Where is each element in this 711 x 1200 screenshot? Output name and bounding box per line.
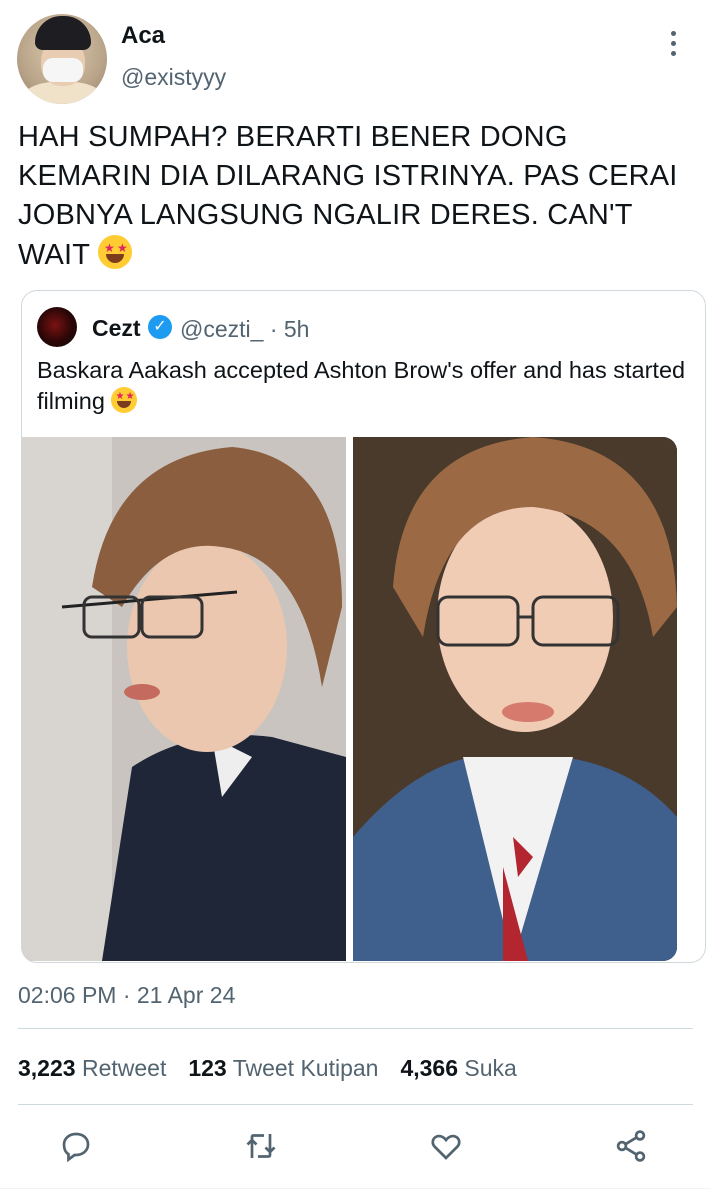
likes-label: Suka [464, 1055, 517, 1081]
verified-badge-icon: ✓ [148, 315, 172, 339]
star-struck-emoji: ★ ★ [97, 235, 132, 269]
star-struck-emoji: ★ ★ [111, 387, 138, 413]
quoted-author-avatar [37, 307, 77, 347]
tweet-timestamp[interactable]: 02:06 PM · 21 Apr 24 [18, 982, 235, 1009]
author-avatar[interactable] [17, 14, 107, 104]
quoted-tweet-card[interactable]: Cezt ✓ @cezti_ · 5h Baskara Aakash accep… [21, 290, 706, 963]
quoted-author-name: Cezt [92, 315, 141, 341]
quotes-stat[interactable]: 123 Tweet Kutipan [188, 1055, 378, 1081]
tweet-stats: 3,223 Retweet 123 Tweet Kutipan 4,366 Suka [18, 1055, 517, 1082]
divider [18, 1104, 693, 1105]
quotes-label: Tweet Kutipan [232, 1055, 379, 1081]
more-options-icon[interactable] [664, 28, 684, 58]
quoted-handle-time: @cezti_ · 5h [180, 316, 310, 342]
retweets-count: 3,223 [18, 1055, 76, 1081]
quoted-photo-left[interactable] [22, 437, 346, 961]
tweet-text: HAH SUMPAH? BERARTI BENER DONG KEMARIN D… [18, 118, 698, 275]
quotes-count: 123 [188, 1055, 227, 1081]
reply-icon[interactable] [58, 1128, 98, 1168]
share-icon[interactable] [613, 1128, 653, 1168]
author-display-name[interactable]: Aca [121, 22, 165, 50]
retweets-label: Retweet [81, 1055, 167, 1081]
author-handle[interactable]: @existyyy [121, 64, 226, 91]
bottom-divider [0, 1188, 711, 1189]
quoted-text: Baskara Aakash accepted Ashton Brow's of… [37, 355, 687, 417]
divider [18, 1028, 693, 1029]
quoted-photo-right[interactable] [353, 437, 677, 961]
retweets-stat[interactable]: 3,223 Retweet [18, 1055, 166, 1081]
retweet-icon[interactable] [243, 1128, 283, 1168]
tweet-actions [0, 1120, 711, 1176]
like-icon[interactable] [428, 1128, 468, 1168]
likes-count: 4,366 [400, 1055, 459, 1081]
tweet-header: Aca @existyyy [0, 0, 711, 110]
likes-stat[interactable]: 4,366 Suka [400, 1055, 516, 1081]
